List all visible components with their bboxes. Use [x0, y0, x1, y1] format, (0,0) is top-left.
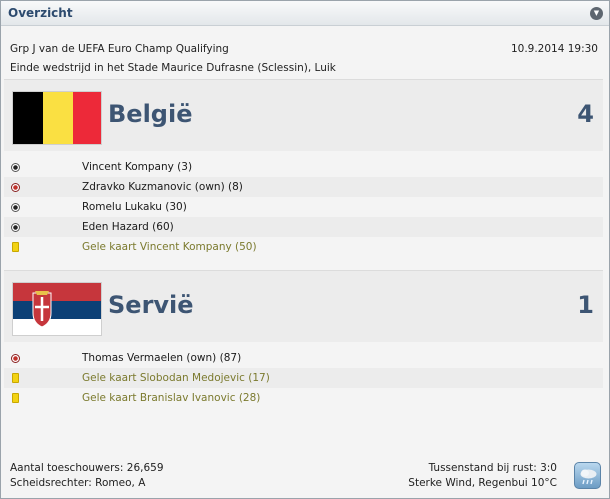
panel-title: Overzicht	[8, 6, 73, 20]
event-row: Gele kaart Vincent Kompany (50)	[4, 237, 603, 257]
event-text[interactable]: Romelu Lukaku (30)	[82, 197, 187, 217]
event-row: Eden Hazard (60)	[4, 217, 603, 237]
event-text[interactable]: Zdravko Kuzmanovic (own) (8)	[82, 177, 243, 197]
event-text[interactable]: Eden Hazard (60)	[82, 217, 174, 237]
match-venue-row: Einde wedstrijd in het Stade Maurice Duf…	[10, 62, 598, 74]
panel-header: Overzicht ▼	[1, 1, 609, 26]
attendance-label: Aantal toeschouwers: 26,659	[10, 462, 164, 474]
competition-label: Grp J van de UEFA Euro Champ Qualifying	[10, 43, 229, 55]
ball-icon	[11, 163, 20, 172]
match-competition-row: Grp J van de UEFA Euro Champ Qualifying …	[10, 43, 598, 55]
home-team-band: België 4	[4, 79, 603, 151]
away-team-name[interactable]: Servië	[108, 291, 194, 319]
referee-label: Scheidsrechter: Romeo, A	[10, 477, 146, 489]
home-team-score: 4	[577, 100, 594, 128]
event-text[interactable]: Thomas Vermaelen (own) (87)	[82, 348, 241, 368]
event-row: Gele kaart Slobodan Medojevic (17)	[4, 368, 603, 388]
home-team-name[interactable]: België	[108, 100, 192, 128]
ball-icon	[11, 203, 20, 212]
match-overview-panel: Overzicht ▼ Grp J van de UEFA Euro Champ…	[0, 0, 610, 499]
event-row: Vincent Kompany (3)	[4, 157, 603, 177]
event-text[interactable]: Gele kaart Slobodan Medojevic (17)	[82, 368, 270, 388]
serbia-flag-icon	[12, 282, 102, 336]
yellow-card-icon	[12, 373, 19, 383]
rain-cloud-icon	[574, 462, 601, 489]
venue-label: Einde wedstrijd in het Stade Maurice Duf…	[10, 62, 336, 74]
event-text[interactable]: Gele kaart Branislav Ivanovic (28)	[82, 388, 260, 408]
yellow-card-icon	[12, 242, 19, 252]
event-text[interactable]: Gele kaart Vincent Kompany (50)	[82, 237, 257, 257]
serbia-coat-of-arms-icon	[32, 291, 52, 328]
event-row: Romelu Lukaku (30)	[4, 197, 603, 217]
ball-icon	[11, 223, 20, 232]
event-row: Thomas Vermaelen (own) (87)	[4, 348, 603, 368]
event-row: Gele kaart Branislav Ivanovic (28)	[4, 388, 603, 408]
match-datetime: 10.9.2014 19:30	[510, 43, 598, 55]
away-team-band: Servië 1	[4, 270, 603, 342]
event-row: Zdravko Kuzmanovic (own) (8)	[4, 177, 603, 197]
belgium-flag-icon	[12, 91, 102, 145]
event-text[interactable]: Vincent Kompany (3)	[82, 157, 192, 177]
yellow-card-icon	[12, 393, 19, 403]
halftime-score-label: Tussenstand bij rust: 3:0	[428, 462, 557, 474]
chevron-down-icon[interactable]: ▼	[590, 7, 603, 20]
own-goal-ball-icon	[11, 354, 20, 363]
weather-label: Sterke Wind, Regenbui 10°C	[408, 477, 557, 489]
away-team-score: 1	[577, 291, 594, 319]
own-goal-ball-icon	[11, 183, 20, 192]
